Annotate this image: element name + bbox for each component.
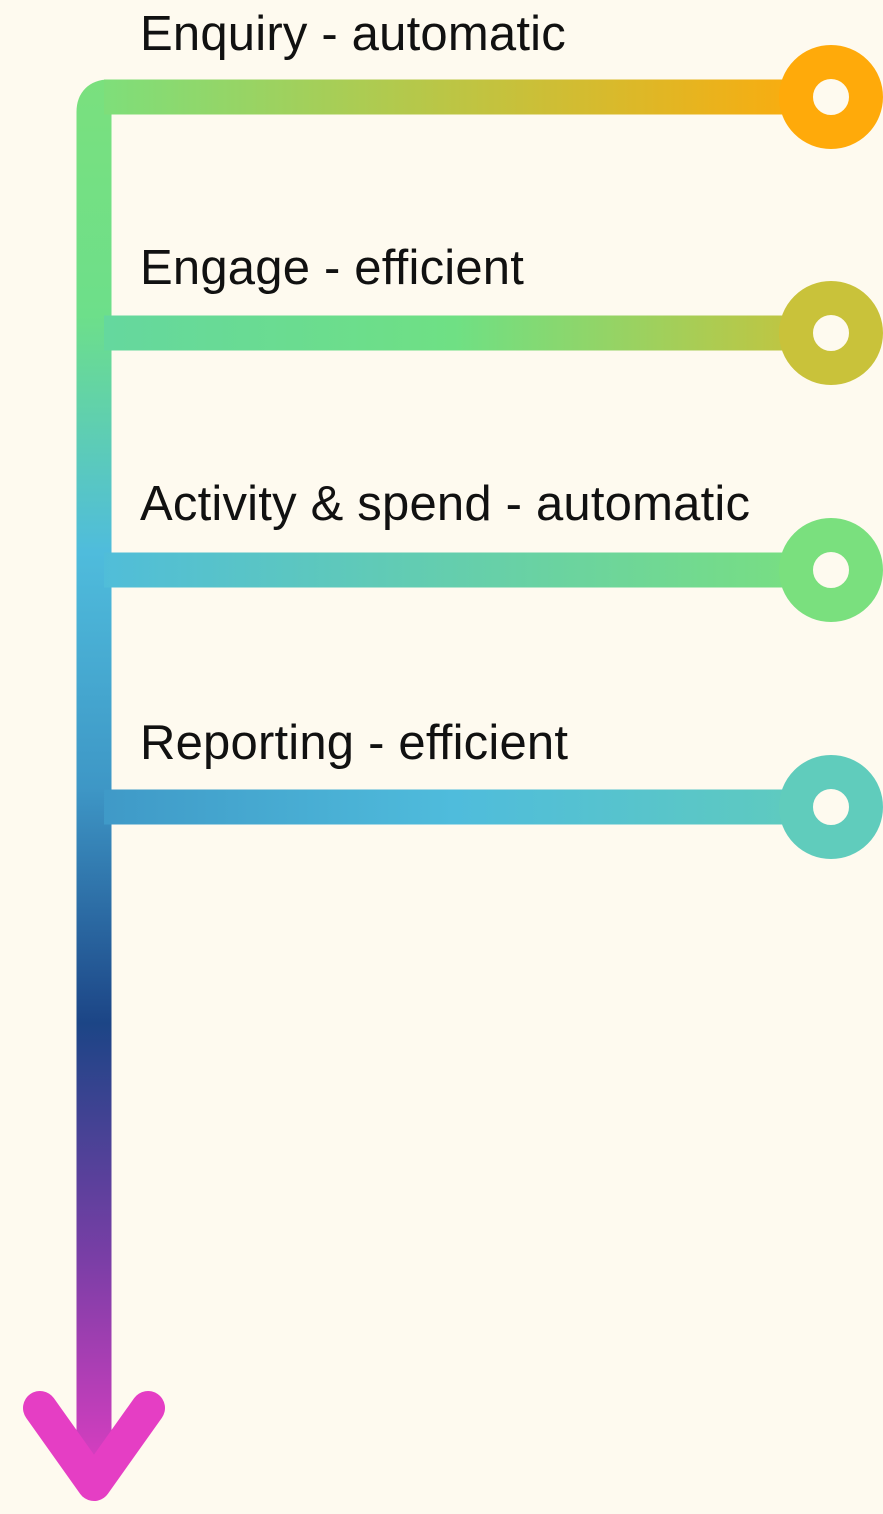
ring-node-icon-enquiry bbox=[779, 45, 883, 149]
step-label-engage: Engage - efficient bbox=[140, 241, 525, 295]
flow-stem bbox=[76, 79, 130, 1470]
step-label-reporting: Reporting - efficient bbox=[140, 716, 569, 770]
step-label-enquiry: Enquiry - automatic bbox=[140, 7, 566, 61]
ring-node-icon-activity bbox=[779, 518, 883, 622]
ring-node-icon-reporting bbox=[779, 755, 883, 859]
step-label-activity: Activity & spend - automatic bbox=[140, 477, 751, 531]
ring-node-icon-engage bbox=[779, 281, 883, 385]
